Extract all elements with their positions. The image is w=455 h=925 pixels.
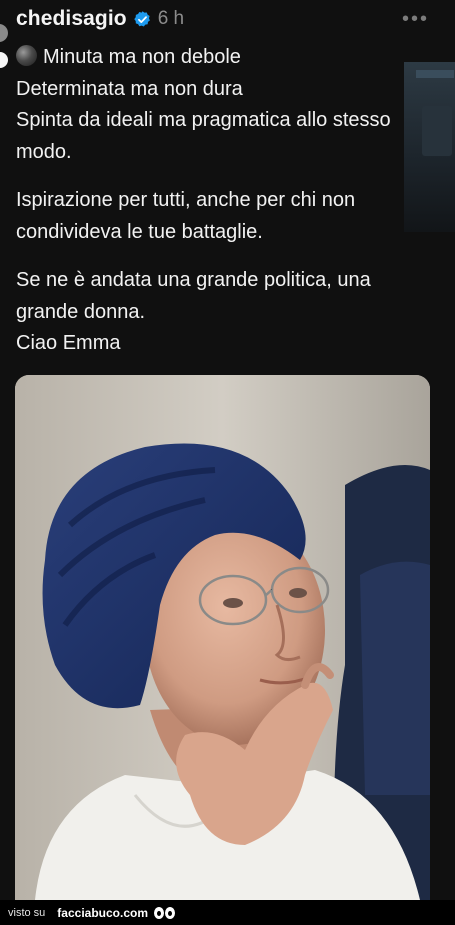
post-time: 6 h — [157, 8, 185, 29]
post-line: Spinta da ideali ma pragmatica allo stes… — [16, 109, 391, 163]
thumbnail-figure — [422, 106, 452, 156]
post-line: Determinata ma non dura — [16, 77, 243, 100]
post-text: Minuta ma non debole Determinata ma non … — [16, 42, 416, 360]
post-line: Minuta ma non debole — [16, 42, 416, 74]
eyes-logo-icon — [154, 906, 176, 919]
thumbnail-label — [416, 70, 454, 78]
watermark-footer: visto su facciabuco.com — [0, 900, 455, 925]
facciabuco-brand[interactable]: facciabuco.com — [57, 906, 148, 920]
post-photo[interactable] — [15, 375, 430, 900]
username[interactable]: chedisagio — [16, 7, 127, 31]
black-circle-icon — [16, 45, 37, 66]
more-options-icon[interactable]: ••• — [402, 8, 429, 31]
post-line: Ciao Emma — [16, 332, 121, 354]
post-line: Se ne è andata una grande politica, una … — [16, 269, 371, 323]
thread-indicator — [0, 52, 8, 68]
side-thumbnail[interactable] — [404, 62, 455, 232]
post: chedisagio 6 h ••• Minuta ma non debole … — [0, 0, 455, 900]
thread-avatar[interactable] — [0, 24, 8, 42]
post-header: chedisagio 6 h — [16, 6, 184, 32]
portrait-image — [15, 375, 430, 900]
post-line: Ispirazione per tutti, anche per chi non… — [16, 189, 356, 243]
visto-su-label: visto su — [8, 906, 46, 919]
verified-badge-icon — [133, 10, 150, 26]
